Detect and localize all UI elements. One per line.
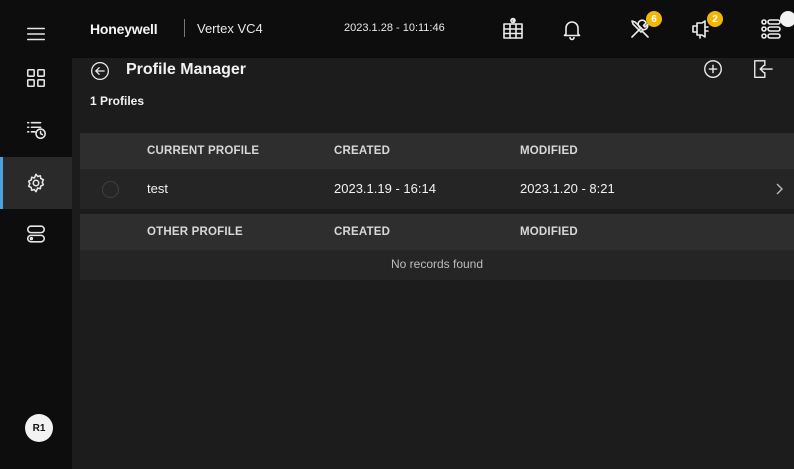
empty-message: No records found bbox=[390, 257, 484, 271]
column-header: CREATED bbox=[334, 226, 391, 238]
modified-date: 2023.1.20 - 8:21 bbox=[520, 181, 615, 196]
product-name: Vertex VC4 bbox=[197, 21, 263, 36]
column-header: CREATED bbox=[334, 145, 391, 157]
date-time: 2023.1.28 - 10:11:46 bbox=[344, 22, 445, 34]
maintenance-button[interactable]: 2 bbox=[686, 11, 723, 44]
notifications-button[interactable] bbox=[557, 14, 587, 44]
empty-state-row: No records found bbox=[80, 250, 794, 280]
brand-logo: Honeywell bbox=[90, 21, 158, 37]
profile-manager-panel: Profile Manager 1 Profiles CURRENT PROFI… bbox=[72, 58, 794, 469]
export-icon bbox=[754, 60, 773, 78]
menu-icon bbox=[26, 27, 46, 41]
sidebar-item-dashboard[interactable] bbox=[0, 52, 72, 104]
table-row[interactable]: test 2023.1.19 - 16:14 2023.1.20 - 8:21 bbox=[80, 169, 794, 209]
top-bar: Honeywell Vertex VC4 2023.1.28 - 10:11:4… bbox=[72, 0, 794, 58]
tools-button[interactable]: 6 bbox=[625, 11, 662, 44]
table-header: OTHER PROFILE CREATED MODIFIED bbox=[80, 214, 794, 250]
table-header: CURRENT PROFILE CREATED MODIFIED bbox=[80, 133, 794, 169]
sidebar-item-schedule[interactable] bbox=[0, 104, 72, 156]
column-header: OTHER PROFILE bbox=[147, 226, 243, 238]
profile-select-radio[interactable] bbox=[102, 181, 119, 198]
events-badge bbox=[780, 11, 794, 27]
sidebar-item-settings[interactable] bbox=[0, 157, 72, 209]
tools-badge: 6 bbox=[646, 11, 662, 27]
calendar-icon bbox=[503, 17, 523, 39]
calendar-button[interactable] bbox=[498, 14, 528, 44]
schedule-list-icon bbox=[26, 121, 46, 140]
brand-divider bbox=[184, 19, 185, 37]
maintenance-badge: 2 bbox=[707, 11, 723, 27]
column-header: MODIFIED bbox=[520, 145, 578, 157]
current-profile-table: CURRENT PROFILE CREATED MODIFIED test 20… bbox=[80, 133, 794, 209]
chevron-right-icon bbox=[776, 183, 783, 195]
dashboard-grid-icon bbox=[26, 68, 46, 88]
column-header: MODIFIED bbox=[520, 226, 578, 238]
sidebar-item-devices[interactable] bbox=[0, 208, 72, 260]
sidebar: R1 bbox=[0, 0, 72, 469]
user-avatar[interactable]: R1 bbox=[25, 414, 53, 442]
export-button[interactable] bbox=[752, 58, 776, 82]
other-profile-table: OTHER PROFILE CREATED MODIFIED No record… bbox=[80, 214, 794, 280]
profile-count: 1 Profiles bbox=[90, 94, 145, 108]
bell-icon bbox=[563, 21, 581, 41]
back-button[interactable] bbox=[90, 61, 110, 81]
profile-name: test bbox=[147, 181, 168, 196]
page-title: Profile Manager bbox=[126, 61, 247, 78]
settings-gear-icon bbox=[27, 173, 45, 193]
device-icon bbox=[26, 225, 46, 243]
events-list-button[interactable] bbox=[756, 11, 794, 44]
add-profile-button[interactable] bbox=[702, 58, 726, 82]
back-arrow-icon bbox=[91, 62, 109, 80]
open-profile-button[interactable] bbox=[773, 180, 787, 198]
plus-circle-icon bbox=[704, 60, 722, 78]
column-header: CURRENT PROFILE bbox=[147, 145, 260, 157]
created-date: 2023.1.19 - 16:14 bbox=[334, 181, 436, 196]
